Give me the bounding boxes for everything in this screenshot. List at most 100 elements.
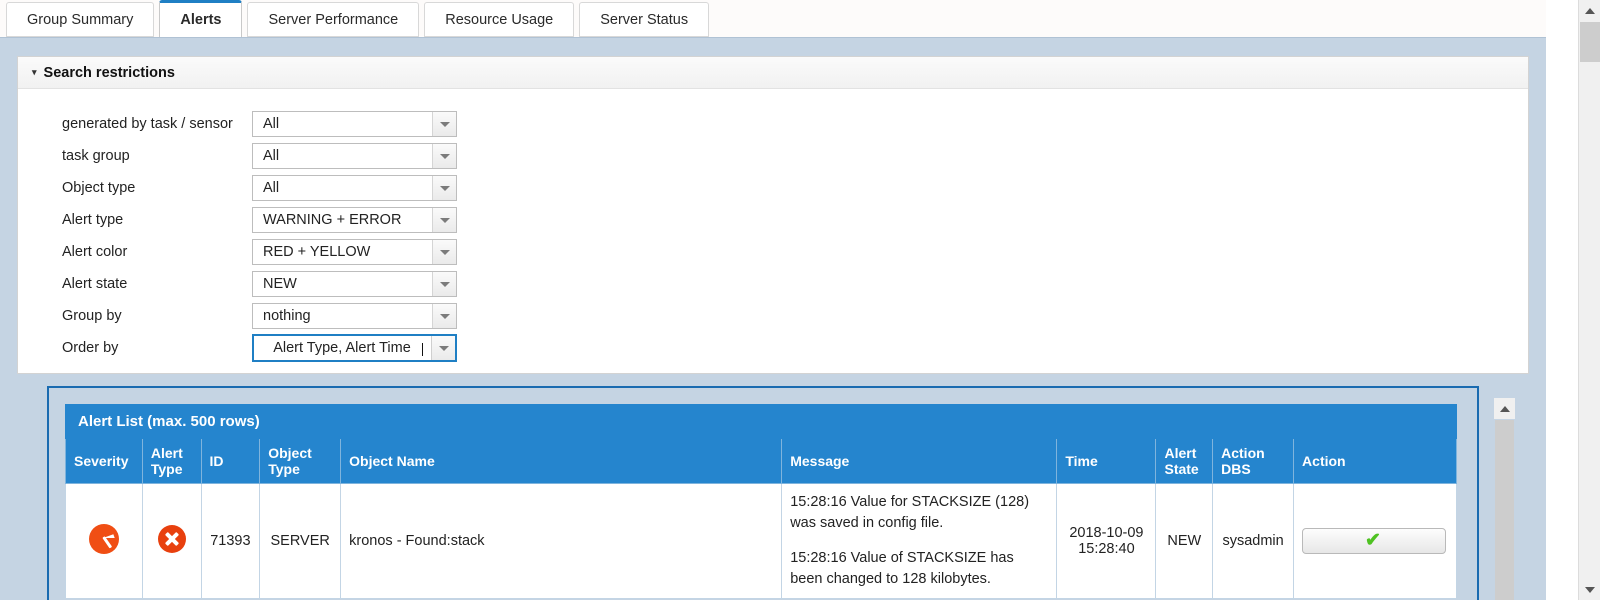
select-value: All bbox=[263, 116, 280, 132]
select-task-group[interactable]: All bbox=[252, 143, 457, 169]
tab-label: Group Summary bbox=[27, 11, 134, 28]
cell-severity bbox=[65, 483, 143, 600]
alert-list-title-row: Alert List (max. 500 rows) bbox=[65, 404, 1457, 439]
column-header-severity[interactable]: Severity bbox=[65, 437, 143, 485]
tab-server-status[interactable]: Server Status bbox=[579, 2, 710, 37]
column-header-message[interactable]: Message bbox=[781, 437, 1058, 485]
scroll-up-button[interactable] bbox=[1494, 398, 1515, 419]
chevron-down-icon[interactable] bbox=[432, 208, 456, 232]
cell-time: 2018-10-09 15:28:40 bbox=[1056, 483, 1157, 600]
chevron-up-icon bbox=[1499, 405, 1510, 412]
column-header-action[interactable]: Action bbox=[1293, 437, 1457, 485]
scroll-up-button[interactable] bbox=[1579, 0, 1600, 21]
search-restrictions-panel: ▾ Search restrictions generated by task … bbox=[17, 56, 1529, 374]
field-row-alert-state: Alert state NEW bbox=[62, 268, 1528, 300]
search-restrictions-header[interactable]: ▾ Search restrictions bbox=[18, 57, 1528, 89]
column-header-object-name[interactable]: Object Name bbox=[340, 437, 783, 485]
scrollbar-thumb[interactable] bbox=[1580, 22, 1600, 62]
tab-label: Server Performance bbox=[268, 11, 399, 28]
page-body: ▾ Search restrictions generated by task … bbox=[0, 37, 1546, 600]
error-x-icon bbox=[157, 525, 186, 554]
select-alert-color[interactable]: RED + YELLOW bbox=[252, 239, 457, 265]
field-label: task group bbox=[62, 148, 130, 164]
column-header-alert-type[interactable]: Alert Type bbox=[141, 437, 202, 485]
tab-label: Server Status bbox=[600, 11, 689, 28]
select-value: All bbox=[263, 148, 280, 164]
field-row-task-group: task group All bbox=[62, 140, 1528, 172]
field-row-generated-by: generated by task / sensor All bbox=[62, 108, 1528, 140]
field-label: Alert type bbox=[62, 212, 124, 228]
chevron-down-icon[interactable] bbox=[432, 240, 456, 264]
cell-id: 71393 bbox=[200, 483, 261, 600]
select-value: NEW bbox=[263, 276, 297, 292]
select-value: All bbox=[263, 180, 280, 196]
cell-message: 15:28:16 Value for STACKSIZE (128) was s… bbox=[781, 483, 1058, 600]
tab-bar: Group Summary Alerts Server Performance … bbox=[0, 0, 1546, 37]
field-label: Object type bbox=[62, 180, 136, 196]
inner-vertical-scrollbar[interactable] bbox=[1494, 398, 1515, 600]
tab-alerts[interactable]: Alerts bbox=[159, 0, 243, 37]
field-row-alert-color: Alert color RED + YELLOW bbox=[62, 236, 1528, 268]
field-label: Alert color bbox=[62, 244, 128, 260]
select-order-by[interactable]: Alert Type, Alert Time bbox=[252, 334, 457, 362]
field-row-order-by: Order by Alert Type, Alert Time bbox=[62, 332, 1528, 364]
check-icon: ✔ bbox=[1365, 530, 1381, 552]
cell-object-name: kronos - Found:stack bbox=[340, 483, 783, 600]
app-viewport: Group Summary Alerts Server Performance … bbox=[0, 0, 1600, 600]
tab-label: Alerts bbox=[180, 12, 222, 28]
field-row-alert-type: Alert type WARNING + ERROR bbox=[62, 204, 1528, 236]
select-value: nothing bbox=[263, 308, 311, 324]
select-alert-state[interactable]: NEW bbox=[252, 271, 457, 297]
select-value: RED + YELLOW bbox=[263, 244, 371, 260]
chevron-down-icon[interactable] bbox=[432, 304, 456, 328]
column-header-object-type[interactable]: Object Type bbox=[259, 437, 342, 485]
field-label: Alert state bbox=[62, 276, 128, 292]
chevron-down-icon[interactable] bbox=[432, 112, 456, 136]
search-restrictions-title: Search restrictions bbox=[43, 64, 175, 81]
cell-object-type: SERVER bbox=[259, 483, 342, 600]
alert-list-frame: Alert List (max. 500 rows) Severity Aler… bbox=[47, 386, 1479, 600]
field-row-group-by: Group by nothing bbox=[62, 300, 1528, 332]
tab-server-performance[interactable]: Server Performance bbox=[247, 2, 420, 37]
alert-list-table: Alert List (max. 500 rows) Severity Aler… bbox=[65, 404, 1457, 600]
cell-action-dbs: sysadmin bbox=[1212, 483, 1295, 600]
select-alert-type[interactable]: WARNING + ERROR bbox=[252, 207, 457, 233]
column-header-id[interactable]: ID bbox=[200, 437, 261, 485]
chevron-down-icon[interactable] bbox=[432, 144, 456, 168]
outer-vertical-scrollbar[interactable] bbox=[1578, 0, 1600, 600]
tab-resource-usage[interactable]: Resource Usage bbox=[424, 2, 575, 37]
column-header-alert-state[interactable]: Alert State bbox=[1155, 437, 1214, 485]
tab-label: Resource Usage bbox=[445, 11, 554, 28]
field-label: generated by task / sensor bbox=[62, 116, 233, 132]
chevron-up-icon bbox=[1584, 7, 1595, 14]
field-label: Order by bbox=[62, 340, 119, 356]
alert-list-header-row: Severity Alert Type ID Object Type Objec… bbox=[65, 437, 1457, 485]
select-group-by[interactable]: nothing bbox=[252, 303, 457, 329]
field-label: Group by bbox=[62, 308, 122, 324]
field-row-object-type: Object type All bbox=[62, 172, 1528, 204]
alert-list-region: Alert List (max. 500 rows) Severity Aler… bbox=[17, 386, 1529, 600]
cell-action: ✔ bbox=[1293, 483, 1457, 600]
tab-group-summary[interactable]: Group Summary bbox=[6, 2, 155, 37]
table-row[interactable]: 71393 SERVER kronos - Found:stack 15:28:… bbox=[65, 483, 1457, 600]
cell-alert-type bbox=[141, 483, 202, 600]
message-line: 15:28:16 Value of STACKSIZE has been cha… bbox=[790, 550, 1014, 588]
collapse-caret-icon: ▾ bbox=[32, 67, 37, 77]
search-restrictions-form: generated by task / sensor All task grou… bbox=[18, 89, 1528, 364]
select-generated-by-task-sensor[interactable]: All bbox=[252, 111, 457, 137]
chevron-down-icon[interactable] bbox=[432, 176, 456, 200]
chevron-down-icon[interactable] bbox=[431, 336, 455, 360]
scroll-down-button[interactable] bbox=[1579, 579, 1600, 600]
column-header-action-dbs[interactable]: Action DBS bbox=[1212, 437, 1295, 485]
chevron-down-icon bbox=[1584, 586, 1595, 593]
cell-alert-state: NEW bbox=[1155, 483, 1214, 600]
column-header-time[interactable]: Time bbox=[1056, 437, 1157, 485]
select-value: WARNING + ERROR bbox=[263, 212, 402, 228]
select-object-type[interactable]: All bbox=[252, 175, 457, 201]
acknowledge-button[interactable]: ✔ bbox=[1302, 528, 1447, 555]
select-value: Alert Type, Alert Time bbox=[254, 340, 431, 356]
alert-list-title: Alert List (max. 500 rows) bbox=[65, 404, 1457, 439]
chevron-down-icon[interactable] bbox=[432, 272, 456, 296]
scrollbar-thumb[interactable] bbox=[1495, 420, 1514, 600]
message-line: 15:28:16 Value for STACKSIZE (128) was s… bbox=[790, 494, 1030, 532]
